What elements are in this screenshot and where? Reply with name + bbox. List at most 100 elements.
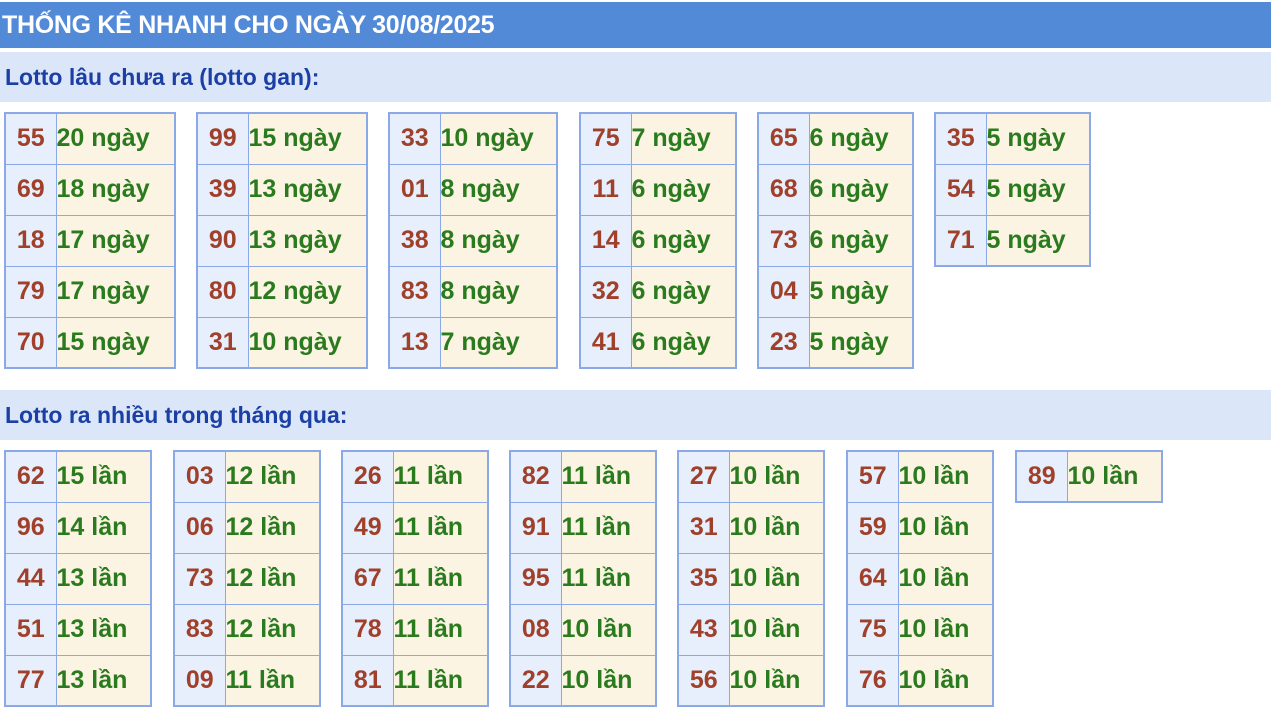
table-row: 23 5 ngày	[757, 316, 914, 369]
lotto-stat-value: 10 lần	[897, 654, 994, 707]
table-row: 89 10 lần	[1015, 450, 1163, 503]
table-row: 67 11 lần	[341, 552, 489, 605]
table-row: 14 6 ngày	[579, 214, 737, 267]
lotto-stat-value: 10 lần	[1066, 450, 1163, 503]
lotto-stat-value: 12 lần	[224, 501, 321, 554]
table-row: 69 18 ngày	[4, 163, 176, 216]
lotto-number: 31	[196, 316, 249, 369]
section-title-lotto-gan: Lotto lâu chưa ra (lotto gan):	[0, 52, 1271, 102]
table-row: 13 7 ngày	[388, 316, 558, 369]
lotto-number: 09	[173, 654, 226, 707]
lotto-number: 54	[934, 163, 987, 216]
lotto-number: 96	[4, 501, 57, 554]
table-row: 26 11 lần	[341, 450, 489, 503]
lotto-number: 65	[757, 112, 810, 165]
lotto-number: 90	[196, 214, 249, 267]
table-row: 01 8 ngày	[388, 163, 558, 216]
table-row: 38 8 ngày	[388, 214, 558, 267]
lotto-stat-value: 12 lần	[224, 552, 321, 605]
lotto-number: 67	[341, 552, 394, 605]
table-row: 73 12 lần	[173, 552, 321, 605]
table-row: 95 11 lần	[509, 552, 657, 605]
lotto-stat-value: 17 ngày	[55, 265, 176, 318]
table-row: 75 10 lần	[846, 603, 994, 656]
lotto-stat-value: 11 lần	[224, 654, 321, 707]
lotto-stat-value: 8 ngày	[439, 265, 558, 318]
lotto-stat-value: 15 ngày	[247, 112, 368, 165]
lotto-number: 91	[509, 501, 562, 554]
table-row: 51 13 lần	[4, 603, 152, 656]
table-row: 27 10 lần	[677, 450, 825, 503]
lotto-stat-value: 11 lần	[392, 501, 489, 554]
table-row: 32 6 ngày	[579, 265, 737, 318]
lotto-stat-value: 12 ngày	[247, 265, 368, 318]
lotto-number: 81	[341, 654, 394, 707]
lotto-stat-value: 11 lần	[392, 552, 489, 605]
lotto-number: 01	[388, 163, 441, 216]
table-row: 96 14 lần	[4, 501, 152, 554]
table-row: 43 10 lần	[677, 603, 825, 656]
lotto-stat-value: 10 lần	[897, 501, 994, 554]
lotto-stat-value: 5 ngày	[808, 265, 914, 318]
lotto-number: 71	[934, 214, 987, 267]
lotto-number: 22	[509, 654, 562, 707]
lotto-number: 38	[388, 214, 441, 267]
lotto-stat-value: 13 lần	[55, 603, 152, 656]
lotto-stat-value: 5 ngày	[808, 316, 914, 369]
lotto-number: 62	[4, 450, 57, 503]
stat-table: 57 10 lần 59 10 lần 64 10 lần 75 10 lần 76 10 lần	[846, 450, 994, 707]
lotto-number: 83	[173, 603, 226, 656]
table-row: 31 10 lần	[677, 501, 825, 554]
table-row: 56 10 lần	[677, 654, 825, 707]
lotto-stat-value: 11 lần	[392, 603, 489, 656]
lotto-stat-value: 13 lần	[55, 654, 152, 707]
lotto-number: 18	[4, 214, 57, 267]
table-row: 11 6 ngày	[579, 163, 737, 216]
table-row: 35 5 ngày	[934, 112, 1091, 165]
stat-table: 99 15 ngày 39 13 ngày 90 13 ngày 80 12 ngày 31 10…	[196, 112, 368, 369]
lotto-stat-value: 8 ngày	[439, 214, 558, 267]
table-row: 99 15 ngày	[196, 112, 368, 165]
lotto-stat-value: 5 ngày	[985, 163, 1091, 216]
table-row: 73 6 ngày	[757, 214, 914, 267]
table-row: 22 10 lần	[509, 654, 657, 707]
table-row: 83 12 lần	[173, 603, 321, 656]
lotto-number: 69	[4, 163, 57, 216]
lotto-number: 75	[846, 603, 899, 656]
lotto-stat-value: 5 ngày	[985, 112, 1091, 165]
table-row: 91 11 lần	[509, 501, 657, 554]
stat-table: 55 20 ngày 69 18 ngày 18 17 ngày 79 17 ngày 70 15…	[4, 112, 176, 369]
table-row: 41 6 ngày	[579, 316, 737, 369]
lotto-stat-value: 13 lần	[55, 552, 152, 605]
lotto-stat-value: 12 lần	[224, 603, 321, 656]
lotto-stat-value: 10 lần	[560, 603, 657, 656]
table-row: 68 6 ngày	[757, 163, 914, 216]
lotto-stat-value: 15 lần	[55, 450, 152, 503]
table-row: 65 6 ngày	[757, 112, 914, 165]
table-row: 80 12 ngày	[196, 265, 368, 318]
lotto-stat-value: 6 ngày	[630, 265, 737, 318]
lotto-stat-value: 15 ngày	[55, 316, 176, 369]
lotto-stat-value: 10 lần	[897, 450, 994, 503]
table-row: 78 11 lần	[341, 603, 489, 656]
table-row: 03 12 lần	[173, 450, 321, 503]
lotto-number: 59	[846, 501, 899, 554]
table-row: 49 11 lần	[341, 501, 489, 554]
table-row: 71 5 ngày	[934, 214, 1091, 267]
lotto-number: 43	[677, 603, 730, 656]
table-row: 55 20 ngày	[4, 112, 176, 165]
lotto-stat-value: 7 ngày	[630, 112, 737, 165]
lotto-stat-value: 10 lần	[728, 552, 825, 605]
lotto-stat-value: 6 ngày	[808, 163, 914, 216]
lotto-number: 76	[846, 654, 899, 707]
table-row: 54 5 ngày	[934, 163, 1091, 216]
lotto-number: 31	[677, 501, 730, 554]
lotto-number: 75	[579, 112, 632, 165]
lotto-stat-value: 6 ngày	[808, 112, 914, 165]
lotto-number: 26	[341, 450, 394, 503]
table-row: 62 15 lần	[4, 450, 152, 503]
stat-table: 33 10 ngày 01 8 ngày 38 8 ngày 83 8 ngày 13 7 ngà…	[388, 112, 558, 369]
lotto-stat-value: 20 ngày	[55, 112, 176, 165]
lotto-number: 64	[846, 552, 899, 605]
lotto-number: 78	[341, 603, 394, 656]
